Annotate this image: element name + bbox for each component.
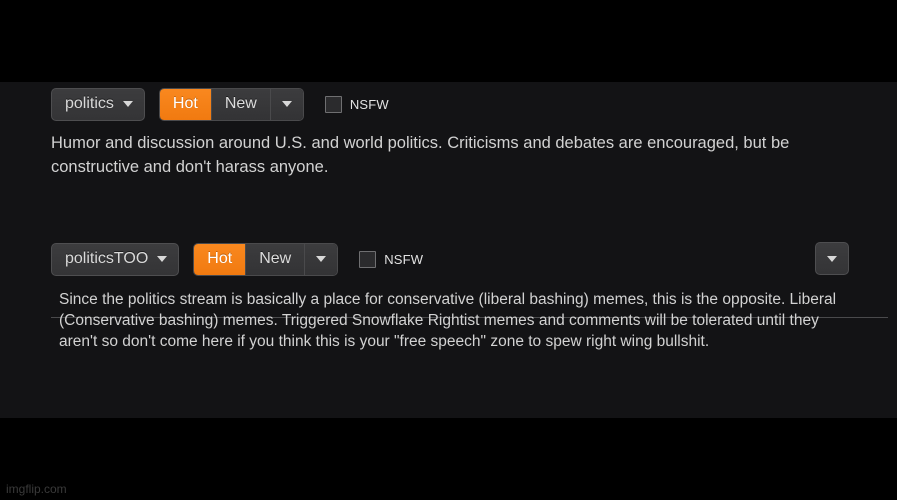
stream-select-label: politics [65,95,114,112]
nsfw-checkbox[interactable] [324,95,342,113]
stream-control-row: politicsTOO Hot New NSFW [0,237,897,281]
nsfw-label: NSFW [384,251,424,267]
sort-tab-new[interactable]: New [246,243,306,275]
nsfw-checkbox[interactable] [359,250,377,268]
chevron-down-icon [827,255,837,262]
sort-more-button[interactable] [305,243,338,275]
stream-control-row: politics Hot New NSFW [0,82,897,126]
screenshot-root: politics Hot New NSFW Humor and discussi… [0,0,897,500]
stream-description: Humor and discussion around U.S. and wor… [51,134,790,176]
stream-description: Since the politics stream is basically a… [59,291,837,350]
sort-button-group: Hot New [193,242,339,276]
nsfw-checkbox-row[interactable]: NSFW [324,95,389,113]
stream-settings-panel: politics Hot New NSFW Humor and discussi… [0,82,897,496]
sort-tab-hot[interactable]: Hot [194,243,247,275]
chevron-down-icon [122,101,133,107]
sort-tab-hot[interactable]: Hot [159,88,212,120]
sort-more-button[interactable] [270,88,303,120]
sort-tab-new[interactable]: New [211,88,271,120]
imgflip-watermark: imgflip.com [6,482,67,496]
chevron-down-icon [157,256,168,262]
nsfw-label: NSFW [349,96,389,112]
letterbox-bottom [0,418,897,500]
stream-block-politics: politics Hot New NSFW Humor and discussi… [0,82,897,179]
stream-select-label: politicsTOO [65,250,149,267]
chevron-down-icon [316,256,327,262]
stream-block-politicstoo: politicsTOO Hot New NSFW Since the polit… [0,237,897,352]
sort-button-group: Hot New [158,87,304,121]
stream-options-dropdown[interactable] [815,242,849,275]
stream-select-politics[interactable]: politics [51,87,145,121]
stream-select-politicstoo[interactable]: politicsTOO [51,242,180,276]
nsfw-checkbox-row[interactable]: NSFW [359,250,424,268]
letterbox-top [0,0,897,82]
chevron-down-icon [281,101,292,107]
